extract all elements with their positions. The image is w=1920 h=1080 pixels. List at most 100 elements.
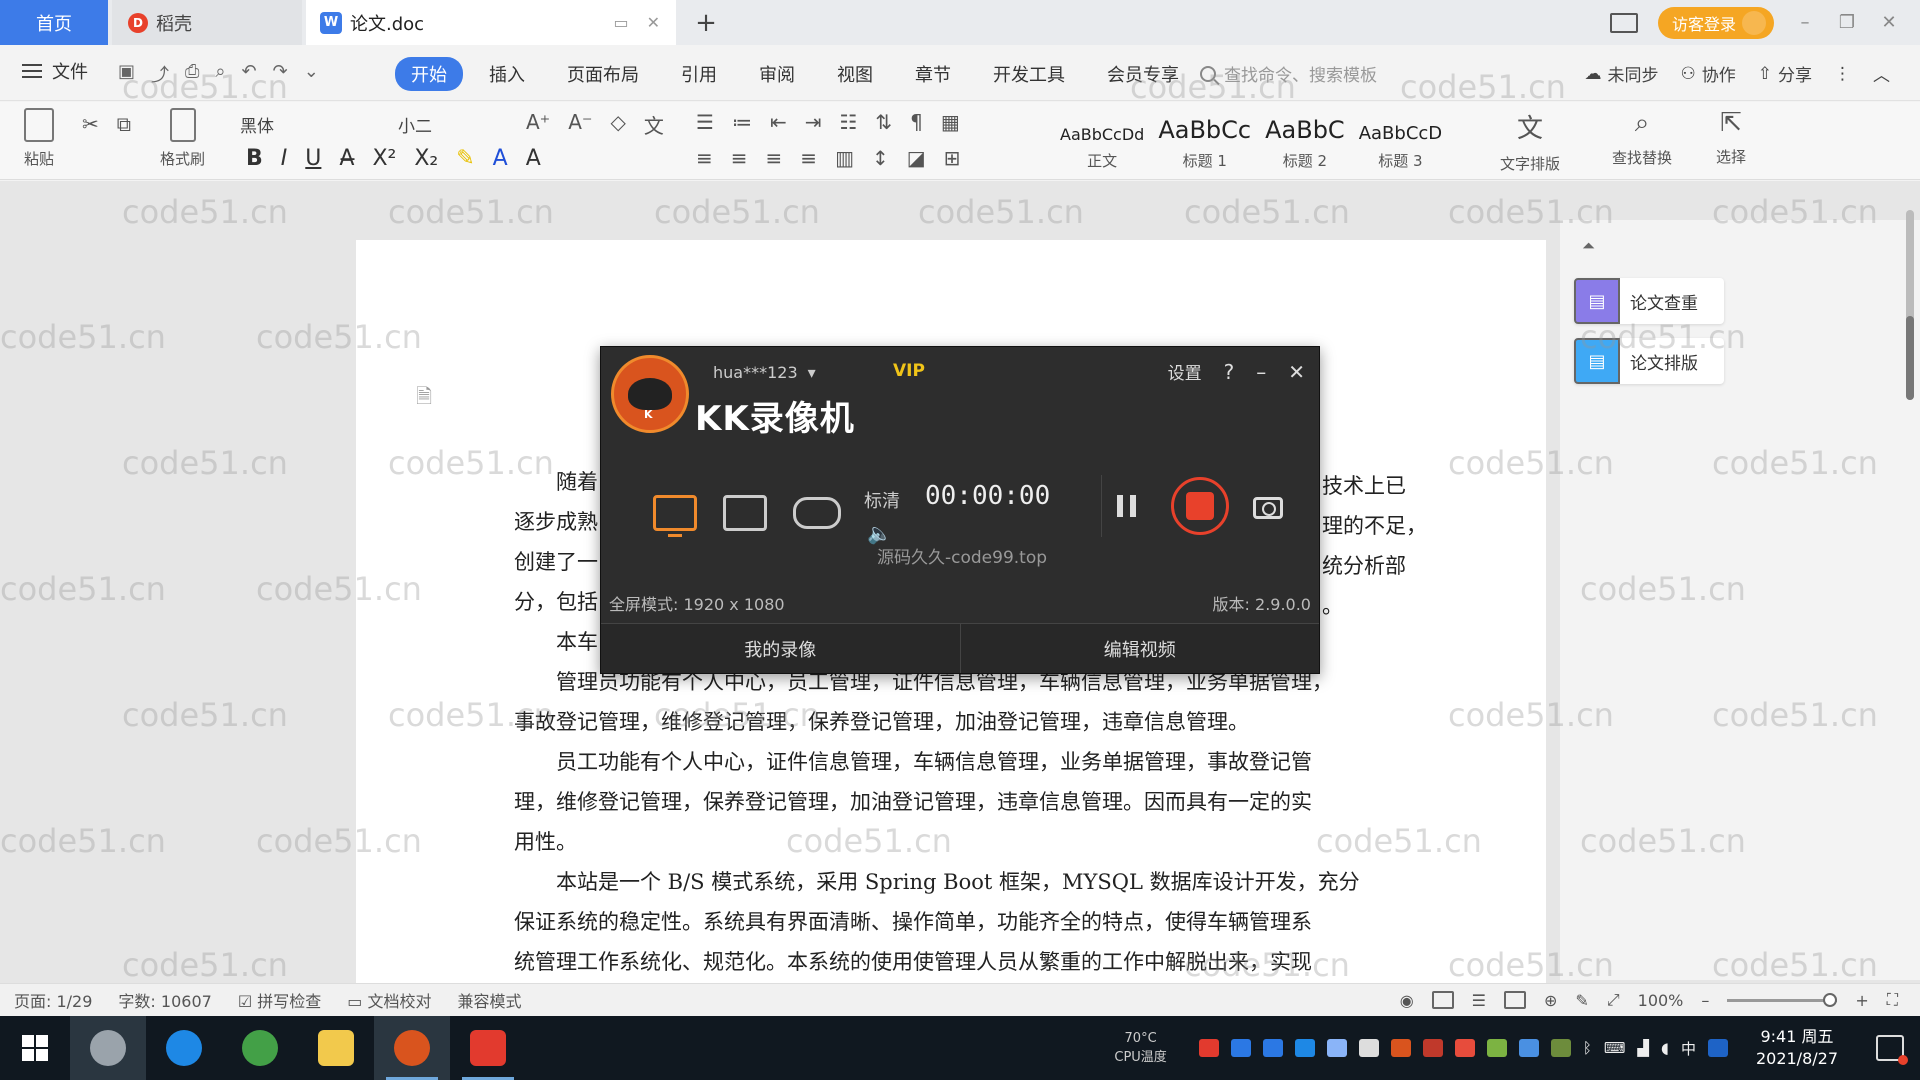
fullscreen-icon[interactable]: ⛶: [1887, 990, 1898, 1010]
notification-icon[interactable]: [1876, 1035, 1908, 1065]
fit-page-icon[interactable]: ⤢: [1607, 990, 1620, 1010]
share-button[interactable]: ⇧ 分享: [1758, 61, 1812, 87]
superscript-icon[interactable]: X²: [372, 146, 396, 171]
tray-app-icon[interactable]: [1262, 1039, 1283, 1057]
taskbar-app-browser[interactable]: [222, 1016, 298, 1080]
my-recordings-button[interactable]: 我的录像: [601, 624, 961, 673]
word-count[interactable]: 字数: 10607: [118, 988, 211, 1012]
font-size-select[interactable]: 小二: [398, 112, 432, 137]
line-spacing-icon[interactable]: ↕: [872, 146, 889, 170]
format-painter-button[interactable]: 格式刷: [160, 108, 205, 169]
italic-icon[interactable]: I: [281, 146, 288, 171]
system-clock[interactable]: 9:41 周五 2021/8/27: [1756, 1026, 1838, 1070]
keyboard-icon[interactable]: ⌨: [1604, 1039, 1626, 1057]
bluetooth-icon[interactable]: ᛒ: [1583, 1039, 1592, 1057]
tray-app-icon[interactable]: [1550, 1039, 1571, 1057]
underline-icon[interactable]: U: [305, 146, 321, 171]
pause-icon[interactable]: [1117, 495, 1136, 517]
font-color-icon[interactable]: A: [493, 146, 508, 171]
save-icon[interactable]: ▣: [118, 61, 135, 87]
tray-app-icon[interactable]: [1486, 1039, 1507, 1057]
spell-check-button[interactable]: ☑ 拼写检查: [238, 988, 321, 1012]
text-tools-button[interactable]: 文 文字排版: [1500, 108, 1560, 174]
taskbar-app-kk[interactable]: [374, 1016, 450, 1080]
style-heading-1[interactable]: AaBbCc 标题 1: [1158, 116, 1251, 171]
write-mode-icon[interactable]: ✎: [1575, 991, 1588, 1010]
page-view-icon[interactable]: [1431, 991, 1454, 1009]
kk-help-icon[interactable]: ?: [1224, 360, 1235, 384]
tray-app-icon[interactable]: [1422, 1039, 1443, 1057]
guest-login-button[interactable]: 访客登录: [1657, 6, 1774, 39]
tray-app-icon[interactable]: [1230, 1039, 1251, 1057]
ime-indicator[interactable]: 中: [1681, 1038, 1696, 1059]
tab-insert[interactable]: 插入: [473, 57, 541, 91]
paste-button[interactable]: 粘贴: [24, 108, 54, 169]
volume-icon[interactable]: ◖: [1661, 1039, 1669, 1057]
file-menu[interactable]: 文件: [22, 58, 88, 84]
layout-toggle-icon[interactable]: [1609, 12, 1638, 33]
new-tab-button[interactable]: +: [690, 0, 722, 45]
more-icon[interactable]: ⋮: [1834, 61, 1851, 86]
print-preview-icon[interactable]: ⌕: [215, 61, 225, 87]
tab-review[interactable]: 审阅: [743, 57, 811, 91]
tray-app-icon[interactable]: [1294, 1039, 1315, 1057]
camera-icon[interactable]: [1253, 497, 1283, 519]
tab-window-icon[interactable]: ▭: [613, 13, 628, 32]
cpu-temperature[interactable]: 70°C CPU温度: [1114, 1031, 1166, 1065]
print-icon[interactable]: ⎙: [185, 61, 199, 87]
justify-icon[interactable]: ≡: [800, 146, 817, 170]
taskbar-app-search[interactable]: [70, 1016, 146, 1080]
cut-icon[interactable]: ✂: [82, 112, 99, 136]
start-button[interactable]: [0, 1016, 70, 1080]
strikethrough-icon[interactable]: A̶: [339, 146, 354, 171]
kk-account-menu[interactable]: hua***123 ▾: [713, 363, 816, 382]
tray-app-icon[interactable]: [1518, 1039, 1539, 1057]
decrease-indent-icon[interactable]: ⇤: [770, 110, 787, 134]
tray-app-icon[interactable]: [1454, 1039, 1475, 1057]
zoom-out-button[interactable]: –: [1701, 991, 1709, 1010]
tab-references[interactable]: 引用: [665, 57, 733, 91]
sync-button[interactable]: ☁ 未同步: [1585, 61, 1659, 87]
bold-icon[interactable]: B: [246, 146, 263, 171]
kk-quality-select[interactable]: 标清: [864, 487, 900, 513]
region-mode-icon[interactable]: [723, 495, 767, 531]
tab-page-layout[interactable]: 页面布局: [551, 57, 655, 91]
minimize-icon[interactable]: –: [1794, 12, 1816, 33]
plagiarism-check-button[interactable]: ▤ 论文查重: [1574, 278, 1724, 324]
table-icon[interactable]: ▦: [941, 110, 960, 134]
network-icon[interactable]: ▟: [1637, 1039, 1649, 1057]
input-method-icon[interactable]: [1707, 1039, 1728, 1057]
style-heading-2[interactable]: AaBbC 标题 2: [1265, 116, 1345, 171]
clear-format-icon[interactable]: ◇: [611, 110, 626, 139]
phonetic-icon[interactable]: 文: [644, 110, 664, 139]
close-icon[interactable]: ✕: [1878, 12, 1900, 33]
bullets-icon[interactable]: ☰: [696, 110, 714, 134]
show-marks-icon[interactable]: ¶: [910, 110, 923, 134]
tray-app-icon[interactable]: [1198, 1039, 1219, 1057]
taskbar-app-explorer[interactable]: [298, 1016, 374, 1080]
select-button[interactable]: ⇱ 选择: [1716, 108, 1746, 167]
search-input[interactable]: 查找命令、搜索模板: [1224, 61, 1377, 86]
outline-view-icon[interactable]: ☰: [1472, 991, 1486, 1010]
tab-home[interactable]: 首页: [0, 0, 108, 45]
taskbar-app-ie[interactable]: [146, 1016, 222, 1080]
zoom-slider-thumb[interactable]: [1823, 992, 1838, 1007]
kk-vip-badge[interactable]: VIP: [893, 361, 925, 381]
fullscreen-mode-icon[interactable]: [653, 495, 697, 537]
tab-start[interactable]: 开始: [395, 57, 463, 91]
edit-video-button[interactable]: 编辑视频: [960, 624, 1319, 673]
web-view-icon[interactable]: ⊕: [1544, 991, 1557, 1010]
tray-app-icon[interactable]: [1358, 1039, 1379, 1057]
export-icon[interactable]: ⤴: [151, 61, 169, 87]
style-normal[interactable]: AaBbCcDd 正文: [1060, 125, 1144, 171]
doc-proof-button[interactable]: ▭ 文档校对: [347, 988, 431, 1012]
highlight-icon[interactable]: ✎: [456, 146, 474, 171]
numbering-icon[interactable]: ≔: [732, 110, 752, 134]
more-chevron-icon[interactable]: ⌄: [304, 61, 319, 87]
command-search[interactable]: 查找命令、搜索模板: [1200, 61, 1377, 86]
borders-icon[interactable]: ⊞: [944, 146, 961, 170]
zoom-level[interactable]: 100%: [1638, 991, 1684, 1010]
scrollbar-thumb[interactable]: [1906, 316, 1914, 400]
increase-indent-icon[interactable]: ⇥: [805, 110, 822, 134]
font-name-select[interactable]: 黑体: [240, 112, 274, 137]
